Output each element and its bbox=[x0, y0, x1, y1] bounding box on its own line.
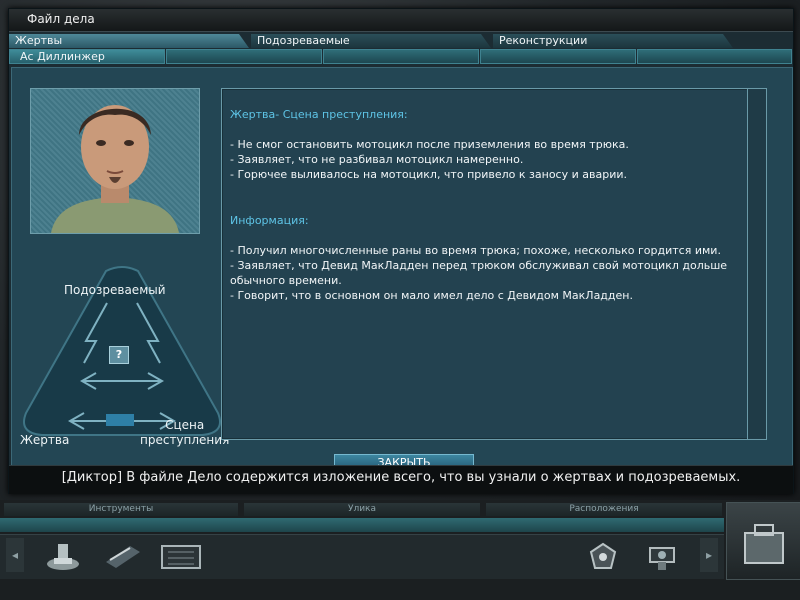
subtab-empty-4[interactable] bbox=[637, 49, 792, 64]
case-notes-panel: Жертва- Сцена преступления: - Не смог ос… bbox=[221, 88, 767, 440]
tabs-row: Жертвы Подозреваемые Реконструкции bbox=[9, 34, 793, 48]
notes-heading-info: Информация: bbox=[230, 214, 309, 227]
victim-portrait bbox=[30, 88, 200, 234]
brush-kit-icon[interactable] bbox=[40, 538, 86, 572]
subtabs-row: Ас Диллинжер bbox=[9, 49, 793, 65]
notes-heading-scene: Жертва- Сцена преступления: bbox=[230, 108, 408, 121]
titlebar: Файл дела bbox=[9, 9, 793, 32]
hud-tab-locations[interactable]: Расположения bbox=[486, 503, 722, 516]
subtab-ace-dillinger[interactable]: Ас Диллинжер bbox=[9, 49, 165, 64]
subtitle-bar: [Диктор] В файле Дело содержится изложен… bbox=[9, 465, 793, 494]
question-mark-icon[interactable]: ? bbox=[109, 346, 129, 364]
badge-icon[interactable] bbox=[580, 538, 626, 572]
camera-icon[interactable] bbox=[640, 538, 686, 572]
tape-roll-icon[interactable] bbox=[100, 538, 146, 572]
tab-suspects[interactable]: Подозреваемые bbox=[251, 34, 491, 48]
subtab-empty-3[interactable] bbox=[480, 49, 636, 64]
tab-victims[interactable]: Жертвы bbox=[9, 34, 249, 48]
content-pane: ? Подозреваемый Жертва Сцена преступлени… bbox=[11, 67, 793, 472]
narrator-subtitle: [Диктор] В файле Дело содержится изложен… bbox=[61, 470, 741, 485]
subtab-empty-1[interactable] bbox=[166, 49, 322, 64]
bottom-hud: Инструменты Улика Расположения ◂ ▸ bbox=[0, 500, 800, 600]
subtab-empty-2[interactable] bbox=[323, 49, 479, 64]
crime-scene-label: Сцена преступления bbox=[140, 418, 230, 447]
case-file-window: Файл дела Жертвы Подозреваемые Реконстру… bbox=[8, 8, 794, 494]
notes-scrollbar[interactable] bbox=[747, 89, 766, 439]
hud-tab-tools[interactable]: Инструменты bbox=[4, 503, 238, 516]
hud-tab-evidence[interactable]: Улика bbox=[244, 503, 480, 516]
hud-left-arrow-icon[interactable]: ◂ bbox=[6, 538, 24, 572]
hud-right-arrow-icon[interactable]: ▸ bbox=[700, 538, 718, 572]
notes-scene-lines: - Не смог остановить мотоцикл после приз… bbox=[230, 138, 629, 181]
victim-label: Жертва bbox=[20, 433, 70, 447]
notes-info-lines: - Получил многочисленные раны во время т… bbox=[230, 244, 728, 302]
tab-reconstructions[interactable]: Реконструкции bbox=[493, 34, 733, 48]
hud-strip bbox=[0, 518, 724, 532]
window-title: Файл дела bbox=[27, 12, 95, 26]
evidence-case-icon[interactable] bbox=[158, 538, 204, 572]
case-file-icon[interactable] bbox=[726, 502, 800, 580]
suspect-label: Подозреваемый bbox=[64, 283, 166, 297]
